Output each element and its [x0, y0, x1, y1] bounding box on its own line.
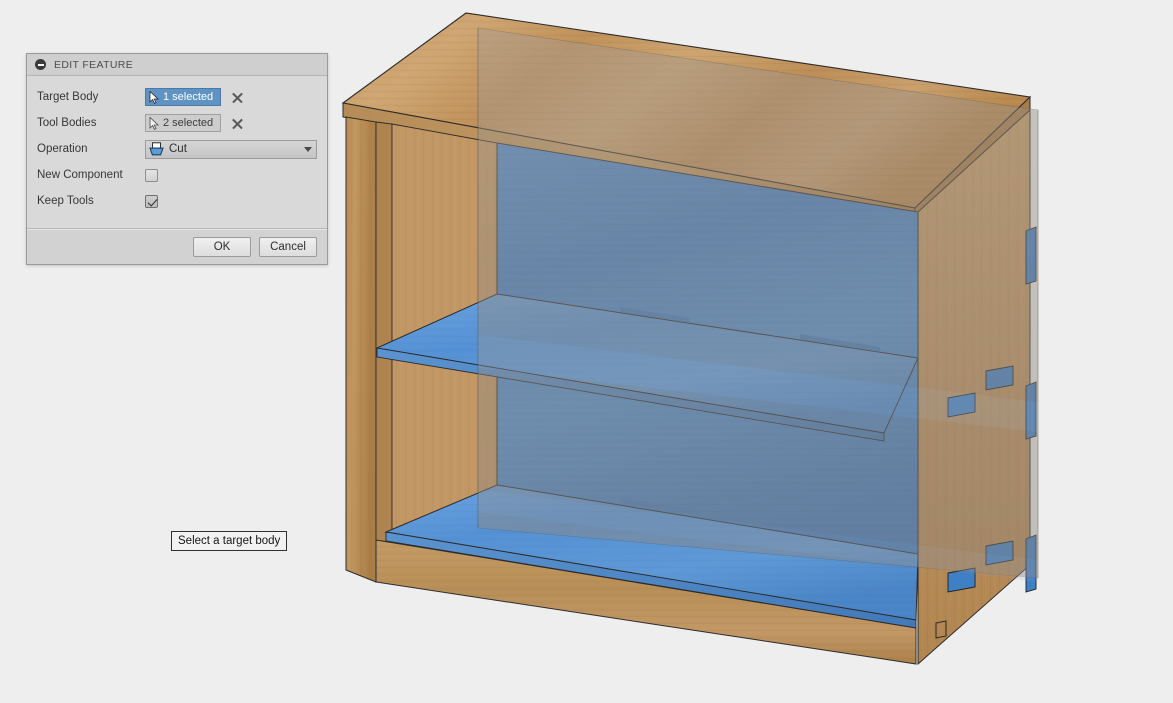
selection-cursor-icon	[149, 117, 160, 130]
new-component-checkbox[interactable]	[145, 169, 158, 182]
minus-circle-icon[interactable]	[35, 59, 46, 70]
row-new-component: New Component	[27, 162, 327, 188]
tooltip-text: Select a target body	[178, 535, 280, 547]
chevron-down-icon[interactable]	[304, 147, 312, 152]
target-body-label: Target Body	[37, 91, 145, 103]
row-operation: Operation Cut	[27, 136, 327, 162]
edit-feature-dialog[interactable]: EDIT FEATURE Target Body 1 selected Tool…	[26, 53, 328, 265]
dialog-header[interactable]: EDIT FEATURE	[27, 54, 327, 76]
dialog-title: EDIT FEATURE	[54, 59, 133, 71]
dialog-footer: OK Cancel	[27, 230, 327, 264]
keep-tools-checkbox[interactable]	[145, 195, 158, 208]
tool-bodies-select-label: 2 selected	[163, 117, 213, 129]
keep-tools-label: Keep Tools	[37, 195, 145, 207]
dialog-body: Target Body 1 selected Tool Bodies	[27, 76, 327, 228]
row-tool-bodies: Tool Bodies 2 selected	[27, 110, 327, 136]
selection-cursor-icon	[149, 91, 160, 104]
tool-bodies-clear-icon[interactable]	[231, 117, 244, 130]
tool-bodies-label: Tool Bodies	[37, 117, 145, 129]
target-body-select-label: 1 selected	[163, 91, 213, 103]
row-target-body: Target Body 1 selected	[27, 84, 327, 110]
cut-operation-icon	[149, 142, 164, 156]
cancel-button[interactable]: Cancel	[259, 237, 317, 257]
operation-dropdown[interactable]: Cut	[145, 140, 317, 159]
ok-button[interactable]: OK	[193, 237, 251, 257]
operation-value: Cut	[169, 143, 304, 155]
operation-label: Operation	[37, 143, 145, 155]
new-component-label: New Component	[37, 169, 145, 181]
target-body-select-button[interactable]: 1 selected	[145, 88, 221, 106]
row-keep-tools: Keep Tools	[27, 188, 327, 214]
select-target-body-tooltip: Select a target body	[171, 531, 287, 551]
tool-body-ghost-overlay	[478, 28, 1038, 582]
target-body-clear-icon[interactable]	[231, 91, 244, 104]
tool-bodies-select-button[interactable]: 2 selected	[145, 114, 221, 132]
